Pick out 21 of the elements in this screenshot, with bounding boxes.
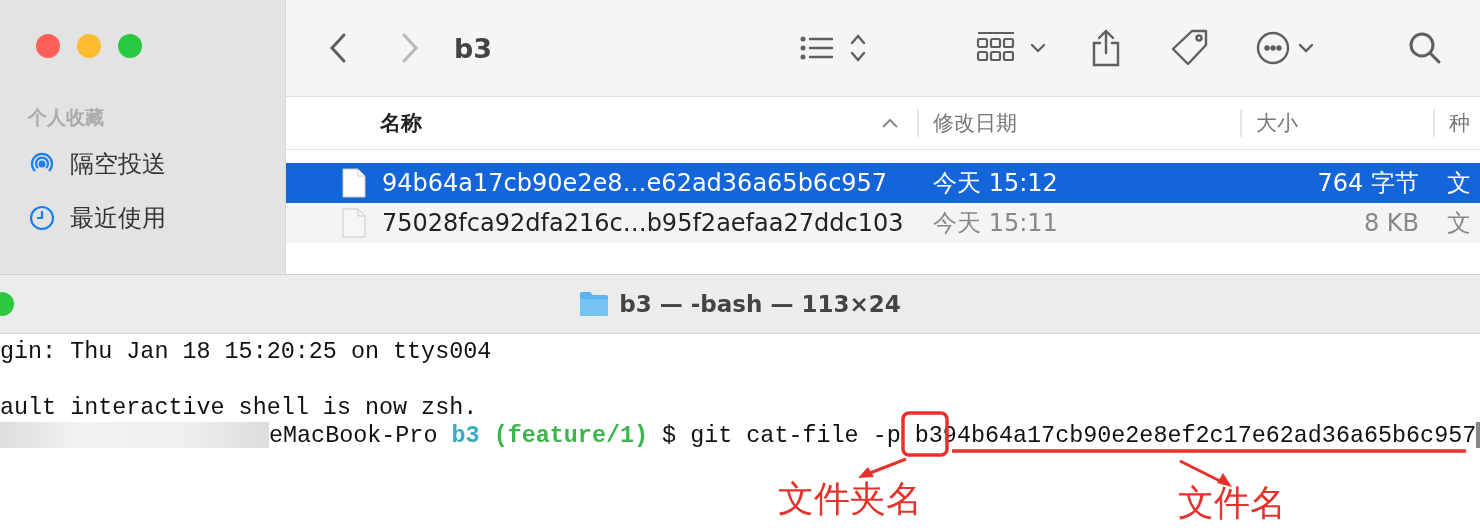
column-header[interactable]: 种 <box>1433 109 1480 137</box>
annotation-label: 文件名 <box>1178 481 1286 525</box>
terminal-line: gin: Thu Jan 18 15:20:25 on ttys004 <box>0 339 492 365</box>
git-branch: (feature/1) <box>493 423 649 449</box>
command-text: git cat-file -p <box>690 423 901 449</box>
terminal-line: ault interactive shell is now zsh. <box>0 395 478 421</box>
column-header[interactable]: 大小 <box>1240 109 1433 137</box>
column-header[interactable]: 名称 <box>286 109 917 137</box>
sidebar-section-title: 个人收藏 <box>28 105 104 130</box>
prompt-host: eMacBook-Pro <box>269 423 438 449</box>
prompt-symbol: $ <box>662 423 677 449</box>
column-header[interactable]: 修改日期 <box>917 109 1240 137</box>
file-row[interactable]: 75028fca92dfa216c…b95f2aefaa27ddc103 今天 15:11 8 KB 文 <box>286 203 1480 243</box>
annotation-label: 文件夹名 <box>778 477 922 521</box>
sidebar-item[interactable]: 隔空投送 <box>28 148 285 180</box>
window-title: b3 — -bash — 113×24 <box>619 291 901 317</box>
argument-folder: b3 <box>914 423 943 449</box>
sidebar-item[interactable]: 最近使用 <box>28 202 285 234</box>
prompt-directory: b3 <box>451 423 480 449</box>
file-row[interactable]: 94b64a17cb90e2e8…e62ad36a65b6c957 今天 15:12 764 字节 文 <box>286 163 1480 203</box>
folder-title: b3 <box>454 32 493 64</box>
